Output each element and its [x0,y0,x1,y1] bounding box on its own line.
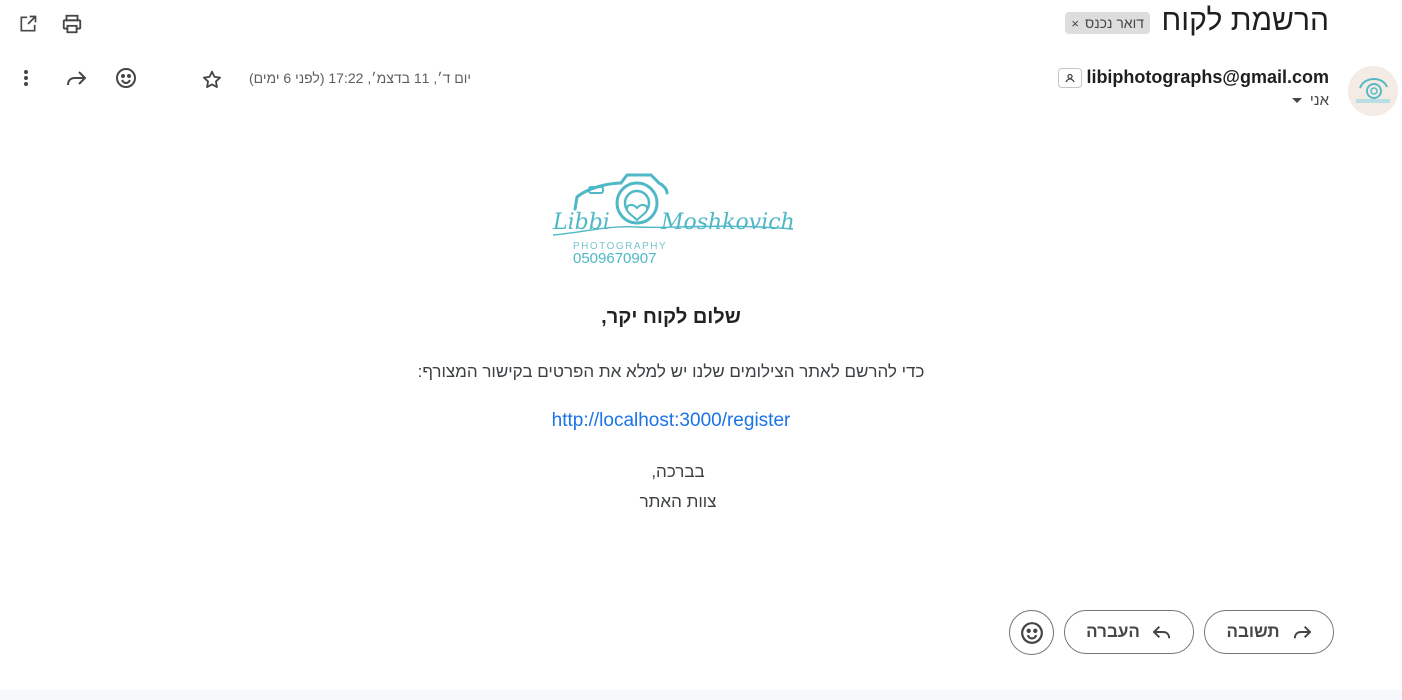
open-in-new-icon[interactable] [12,8,44,40]
svg-text:Libbi: Libbi [552,210,610,235]
print-icon[interactable] [56,8,88,40]
reply-button-label: תשובה [1226,622,1280,641]
sender-email[interactable]: libiphotographs@gmail.com [1086,67,1329,88]
reply-icon[interactable] [60,62,92,94]
forward-button-label: העברה [1086,622,1140,641]
more-vert-icon[interactable] [10,62,42,94]
inbox-label-chip[interactable]: דואר נכנס × [1065,12,1150,34]
contact-card-icon[interactable] [1058,68,1082,88]
recipient-dropdown[interactable]: אני [1291,92,1329,109]
chevron-down-icon[interactable] [1291,98,1302,103]
avatar[interactable] [1348,66,1398,116]
message-date: יום ד׳, 11 בדצמ׳, 17:22 (לפני 6 ימים) [249,70,472,86]
instruction-text: כדי להרשם לאתר הצילומים שלנו יש למלא את … [417,362,925,381]
email-view: הרשמת לקוח דואר נכנס × יום ד׳, 11 בדצמ׳,… [0,0,1402,700]
star-icon[interactable] [196,64,228,96]
signature-team: צוות האתר [639,492,717,511]
label-chip-text: דואר נכנס [1085,15,1144,31]
label-remove-icon[interactable]: × [1071,16,1079,31]
forward-arrow-icon [1152,625,1170,639]
emoji-reaction-button[interactable] [1009,610,1054,655]
sign-off-line: בברכה, [651,462,705,481]
svg-text:0509670907: 0509670907 [573,250,656,267]
email-subject: הרשמת לקוח [1161,4,1329,37]
footer-band [0,690,1402,700]
reply-button[interactable]: תשובה [1204,610,1334,654]
reply-arrow-icon [1293,625,1311,639]
svg-text:Moshkovich: Moshkovich [660,210,795,235]
forward-button[interactable]: העברה [1064,610,1194,654]
company-logo: Libbi Moshkovich PHOTOGRAPHY 0509670907 [549,165,799,270]
emoji-icon [1020,621,1043,644]
register-link[interactable]: http://localhost:3000/register [0,410,1342,432]
greeting-heading: שלום לקוח יקר, [601,306,741,328]
recipient-label: אני [1309,92,1329,109]
emoji-icon[interactable] [110,62,142,94]
